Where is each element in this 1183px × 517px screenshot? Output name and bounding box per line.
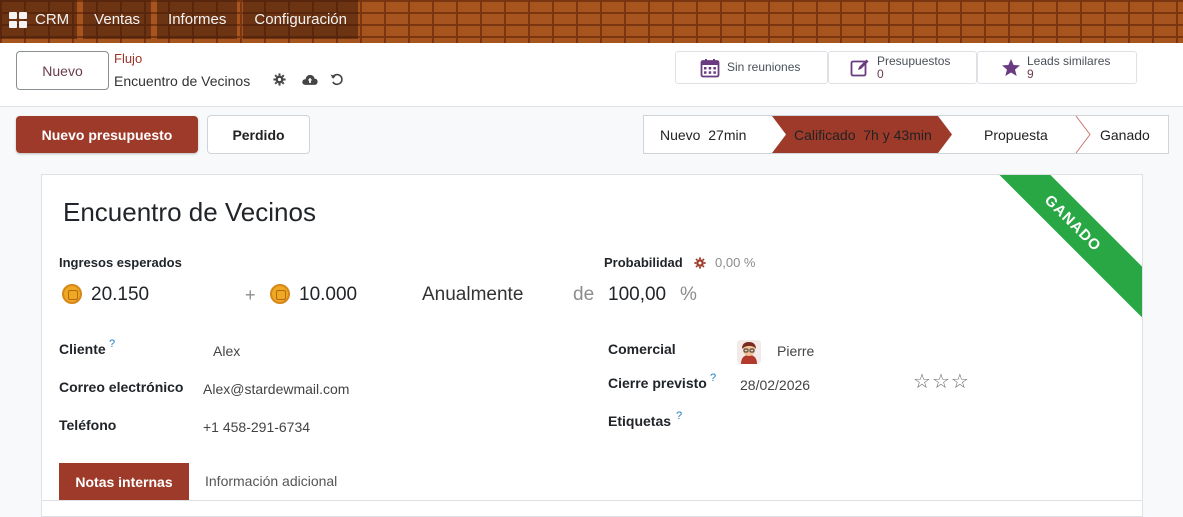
menu-ventas[interactable]: Ventas xyxy=(83,0,152,39)
probability-field[interactable]: 100,00 xyxy=(608,284,666,306)
percent-sign: % xyxy=(680,284,697,305)
tab-internal-notes[interactable]: Notas internas xyxy=(59,463,189,500)
stage-propuesta[interactable]: Propuesta xyxy=(984,116,1048,153)
star-icon[interactable]: ☆ xyxy=(913,371,932,393)
stage-ganado-label: Ganado xyxy=(1100,126,1150,143)
help-icon[interactable]: ? xyxy=(676,410,682,422)
salesperson-label: Comercial xyxy=(608,341,676,357)
control-panel: Nuevo Flujo Encuentro de Vecinos Sin reu… xyxy=(0,43,1183,107)
stage-calificado-time: 7h y 43min xyxy=(863,126,932,143)
stage-ganado[interactable]: Ganado xyxy=(1100,116,1150,153)
coin-icon xyxy=(62,284,82,304)
help-icon[interactable]: ? xyxy=(109,338,115,350)
star-icon[interactable]: ☆ xyxy=(951,371,970,393)
de-text: de xyxy=(573,284,595,305)
tab-additional-info[interactable]: Información adicional xyxy=(205,473,337,489)
apps-menu[interactable]: CRM xyxy=(0,0,78,39)
stage-statusbar: Nuevo 27min Calificado 7h y 43min Propue… xyxy=(643,115,1169,154)
gear-icon[interactable] xyxy=(694,256,706,274)
quotations-label: Presupuestos 0 xyxy=(877,55,950,81)
stage-calificado-label: Calificado xyxy=(794,126,856,143)
stage-nuevo-label: Nuevo xyxy=(660,126,701,143)
won-ribbon: GANADO xyxy=(978,175,1142,318)
automated-probability: 0,00 % xyxy=(715,255,756,270)
star-icon[interactable]: ☆ xyxy=(932,371,951,393)
customer-label: Cliente xyxy=(59,341,106,357)
expected-revenue-field[interactable]: 20.150 xyxy=(91,284,149,306)
gear-icon[interactable] xyxy=(273,73,286,89)
lost-button[interactable]: Perdido xyxy=(207,115,310,154)
stage-nuevo[interactable]: Nuevo 27min xyxy=(660,116,746,153)
coin-icon xyxy=(270,284,290,304)
form-sheet: GANADO Encuentro de Vecinos Ingresos esp… xyxy=(41,174,1143,517)
app-name: CRM xyxy=(35,11,70,28)
notebook-tabs: Notas internas Información adicional xyxy=(42,463,1142,501)
apps-grid-icon xyxy=(9,11,27,28)
meetings-label: Sin reuniones xyxy=(727,60,801,74)
expected-revenue-label: Ingresos esperados xyxy=(59,255,182,270)
similar-leads-title: Leads similares xyxy=(1027,54,1111,68)
menu-informes[interactable]: Informes xyxy=(157,0,238,39)
email-label: Correo electrónico xyxy=(59,379,184,395)
similar-leads-label: Leads similares 9 xyxy=(1027,55,1110,81)
quotations-count: 0 xyxy=(877,67,884,81)
star-icon xyxy=(1002,59,1020,76)
menu-configuracion[interactable]: Configuración xyxy=(243,0,358,39)
opportunity-name-field[interactable]: Encuentro de Vecinos xyxy=(63,197,316,228)
cloud-save-icon[interactable] xyxy=(302,73,318,89)
probability-label: Probabilidad xyxy=(604,255,683,270)
stage-propuesta-label: Propuesta xyxy=(984,126,1048,143)
phone-field[interactable]: +1 458-291-6734 xyxy=(203,419,310,435)
customer-field[interactable]: Alex xyxy=(213,343,240,359)
deadline-label: Cierre previsto xyxy=(608,375,707,391)
calendar-icon xyxy=(700,59,720,78)
new-record-button[interactable]: Nuevo xyxy=(16,51,109,90)
deadline-field[interactable]: 28/02/2026 xyxy=(740,377,810,393)
edit-icon xyxy=(850,59,869,77)
discard-icon[interactable] xyxy=(330,73,343,89)
recurring-revenue-field[interactable]: 10.000 xyxy=(299,284,357,306)
similar-leads-button[interactable]: Leads similares 9 xyxy=(977,51,1137,84)
quotations-button[interactable]: Presupuestos 0 xyxy=(828,51,977,84)
recurring-plan-field[interactable]: Anualmente xyxy=(422,284,523,306)
phone-label: Teléfono xyxy=(59,417,117,433)
email-field[interactable]: Alex@stardewmail.com xyxy=(203,381,349,397)
breadcrumb-pipeline[interactable]: Flujo xyxy=(114,51,142,66)
avatar xyxy=(737,340,761,364)
priority-stars[interactable]: ☆☆☆ xyxy=(913,369,970,394)
meetings-button[interactable]: Sin reuniones xyxy=(675,51,828,84)
quotations-title: Presupuestos xyxy=(877,54,951,68)
similar-leads-count: 9 xyxy=(1027,67,1034,81)
stage-nuevo-time: 27min xyxy=(708,126,747,143)
top-navbar: CRM Ventas Informes Configuración xyxy=(0,0,1183,43)
stage-calificado[interactable]: Calificado 7h y 43min xyxy=(794,116,932,153)
breadcrumb-current: Encuentro de Vecinos xyxy=(114,73,251,89)
help-icon[interactable]: ? xyxy=(710,372,716,384)
plus-sign: + xyxy=(245,285,256,305)
stage-separator xyxy=(1075,116,1091,153)
tags-label: Etiquetas xyxy=(608,413,672,429)
new-quotation-button[interactable]: Nuevo presupuesto xyxy=(16,116,198,153)
salesperson-field[interactable]: Pierre xyxy=(777,343,814,359)
